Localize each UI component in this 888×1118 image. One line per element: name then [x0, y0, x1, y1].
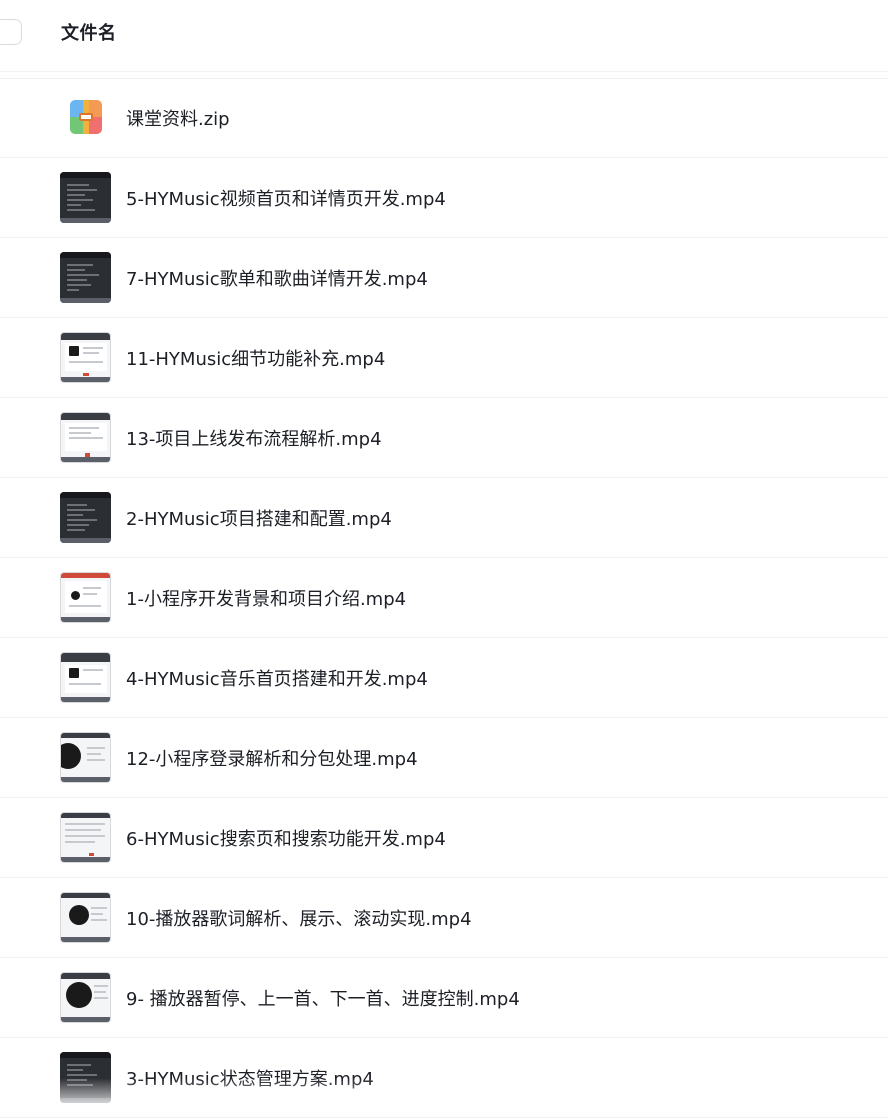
- file-name[interactable]: 4-HYMusic音乐首页搭建和开发.mp4: [126, 665, 428, 691]
- file-row[interactable]: 9- 播放器暂停、上一首、下一首、进度控制.mp4: [0, 958, 888, 1038]
- video-thumbnail-icon: [60, 732, 111, 783]
- video-thumbnail-icon: [60, 972, 111, 1023]
- video-thumbnail-icon: [60, 412, 111, 463]
- file-row[interactable]: 11-HYMusic细节功能补充.mp4: [0, 318, 888, 398]
- file-name[interactable]: 1-小程序开发背景和项目介绍.mp4: [126, 585, 406, 611]
- file-row[interactable]: 12-小程序登录解析和分包处理.mp4: [0, 718, 888, 798]
- column-header-filename[interactable]: 文件名: [61, 19, 117, 45]
- video-thumbnail-icon: [60, 572, 111, 623]
- file-name[interactable]: 13-项目上线发布流程解析.mp4: [126, 425, 382, 451]
- video-thumbnail-icon: [60, 492, 111, 543]
- file-row[interactable]: 3-HYMusic状态管理方案.mp4: [0, 1038, 888, 1118]
- file-row[interactable]: 10-播放器歌词解析、展示、滚动实现.mp4: [0, 878, 888, 958]
- file-name[interactable]: 12-小程序登录解析和分包处理.mp4: [126, 745, 418, 771]
- file-name[interactable]: 5-HYMusic视频首页和详情页开发.mp4: [126, 185, 446, 211]
- select-all-checkbox[interactable]: [0, 19, 22, 45]
- file-list: 课堂资料.zip 5-HYMusic视频首页和详情页开发.mp4 7-HYMus…: [0, 78, 888, 1118]
- video-thumbnail-icon: [60, 332, 111, 383]
- file-row[interactable]: 4-HYMusic音乐首页搭建和开发.mp4: [0, 638, 888, 718]
- file-row[interactable]: 7-HYMusic歌单和歌曲详情开发.mp4: [0, 238, 888, 318]
- file-row[interactable]: 6-HYMusic搜索页和搜索功能开发.mp4: [0, 798, 888, 878]
- file-name[interactable]: 10-播放器歌词解析、展示、滚动实现.mp4: [126, 905, 472, 931]
- file-name[interactable]: 3-HYMusic状态管理方案.mp4: [126, 1065, 374, 1091]
- file-row[interactable]: 5-HYMusic视频首页和详情页开发.mp4: [0, 158, 888, 238]
- video-thumbnail-icon: [60, 892, 111, 943]
- file-name[interactable]: 课堂资料.zip: [126, 105, 230, 131]
- file-name[interactable]: 7-HYMusic歌单和歌曲详情开发.mp4: [126, 265, 428, 291]
- video-thumbnail-icon: [60, 652, 111, 703]
- file-name[interactable]: 6-HYMusic搜索页和搜索功能开发.mp4: [126, 825, 446, 851]
- file-row[interactable]: 13-项目上线发布流程解析.mp4: [0, 398, 888, 478]
- video-thumbnail-icon: [60, 172, 111, 223]
- file-name[interactable]: 9- 播放器暂停、上一首、下一首、进度控制.mp4: [126, 985, 520, 1011]
- file-row[interactable]: 课堂资料.zip: [0, 78, 888, 158]
- file-row[interactable]: 1-小程序开发背景和项目介绍.mp4: [0, 558, 888, 638]
- video-thumbnail-icon: [60, 812, 111, 863]
- file-name[interactable]: 11-HYMusic细节功能补充.mp4: [126, 345, 385, 371]
- file-name[interactable]: 2-HYMusic项目搭建和配置.mp4: [126, 505, 392, 531]
- zip-archive-icon: [70, 100, 102, 134]
- video-thumbnail-icon: [60, 252, 111, 303]
- file-row[interactable]: 2-HYMusic项目搭建和配置.mp4: [0, 478, 888, 558]
- video-thumbnail-icon: [60, 1052, 111, 1103]
- file-list-header: 文件名: [0, 0, 888, 72]
